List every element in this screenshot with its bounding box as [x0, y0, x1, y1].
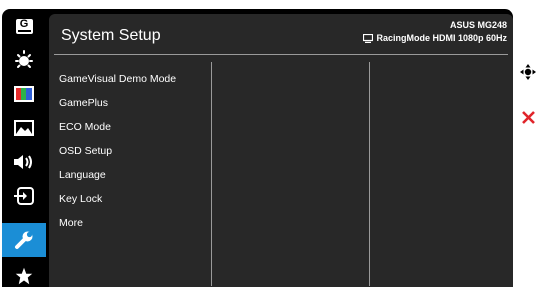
- g-box-icon: G: [15, 18, 33, 34]
- osd-window: G System Setup ASUS MG248 RacingMode HDM…: [2, 9, 513, 287]
- joystick-icon: [520, 64, 536, 80]
- menu-item-gameplus[interactable]: GamePlus: [59, 97, 108, 109]
- header-divider: [54, 54, 508, 55]
- status-line: RacingMode HDMI 1080p 60Hz: [363, 33, 507, 43]
- landscape-icon: [14, 120, 34, 136]
- speaker-icon: [14, 155, 32, 169]
- joystick-button[interactable]: [520, 64, 536, 80]
- column-divider-1: [211, 62, 212, 286]
- sidebar-item-system-setup[interactable]: [2, 223, 46, 257]
- sun-icon: [15, 50, 33, 68]
- sidebar-item-favorite[interactable]: [2, 261, 46, 287]
- input-icon: [14, 187, 34, 205]
- menu-item-eco-mode[interactable]: ECO Mode: [59, 121, 111, 133]
- wrench-icon: [15, 231, 33, 249]
- menu-item-gamevisual-demo-mode[interactable]: GameVisual Demo Mode: [59, 73, 176, 85]
- menu-item-more[interactable]: More: [59, 217, 83, 229]
- sidebar-item-input[interactable]: [2, 181, 46, 211]
- column-divider-2: [369, 62, 370, 286]
- sidebar-item-image[interactable]: [2, 113, 46, 143]
- menu-item-osd-setup[interactable]: OSD Setup: [59, 145, 112, 157]
- menu-item-language[interactable]: Language: [59, 169, 106, 181]
- settings-panel: System Setup ASUS MG248 RacingMode HDMI …: [49, 14, 513, 287]
- close-button[interactable]: [520, 109, 536, 125]
- sidebar-item-gamevisual[interactable]: G: [2, 11, 46, 41]
- osd-sidebar: G: [2, 9, 46, 287]
- page-title: System Setup: [61, 27, 161, 44]
- color-bars-icon: [14, 86, 34, 102]
- sidebar-item-sound[interactable]: [2, 147, 46, 177]
- monitor-model: ASUS MG248: [449, 20, 507, 30]
- star-icon: [15, 267, 33, 285]
- sidebar-item-color[interactable]: [2, 79, 46, 109]
- menu-item-key-lock[interactable]: Key Lock: [59, 193, 102, 205]
- sidebar-item-brightness[interactable]: [2, 45, 46, 75]
- close-icon: [521, 110, 535, 124]
- monitor-icon: [363, 33, 374, 43]
- display-mode-info: RacingMode HDMI 1080p 60Hz: [376, 33, 507, 43]
